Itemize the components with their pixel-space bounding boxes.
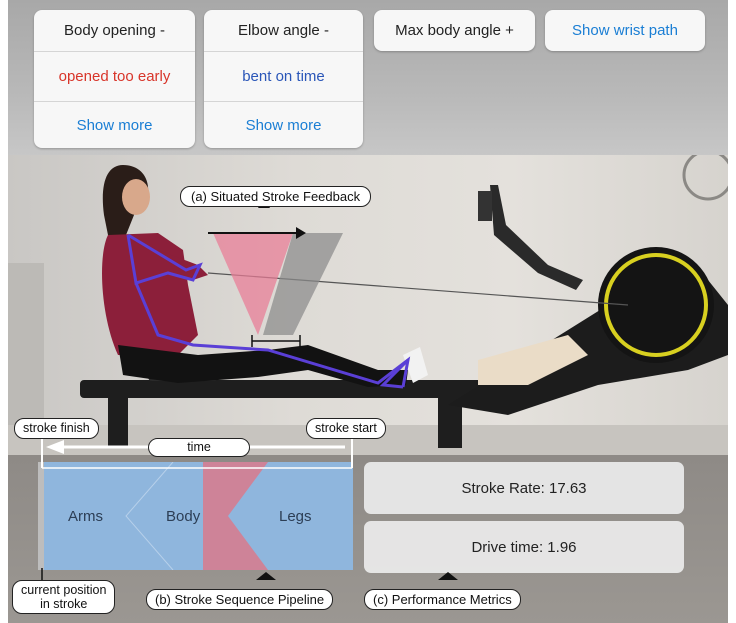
pipeline-legs-label: Legs	[279, 508, 312, 525]
metrics-callout: (c) Performance Metrics	[364, 589, 521, 610]
stroke-start-callout: stroke start	[306, 418, 386, 439]
drive-time-metric: Drive time: 1.96	[364, 521, 684, 573]
pipeline-highlight	[203, 462, 268, 570]
max-body-angle-button[interactable]: Max body angle +	[374, 10, 535, 51]
situated-feedback-callout: (a) Situated Stroke Feedback	[180, 186, 372, 207]
current-position-bar	[38, 462, 44, 570]
monitor-arm	[490, 185, 583, 290]
rowing-rail	[80, 380, 530, 398]
pipeline-callout: (b) Stroke Sequence Pipeline	[146, 589, 334, 610]
face	[122, 179, 150, 215]
max-body-angle-label: Max body angle +	[395, 22, 514, 39]
body-opening-card: Body opening - opened too early Show mor…	[34, 10, 195, 148]
time-callout: time	[148, 438, 250, 457]
torso	[102, 233, 198, 355]
stroke-rate-value: Stroke Rate: 17.63	[461, 479, 587, 497]
pipeline-body-label: Body	[166, 508, 201, 525]
body-opening-show-more-button[interactable]: Show more	[34, 102, 195, 148]
stroke-sequence-pipeline: Arms Body Legs	[38, 462, 353, 570]
body-opening-status: opened too early	[34, 52, 195, 102]
flywheel	[598, 247, 714, 363]
current-position-callout: current position in stroke	[12, 580, 116, 614]
pipeline-arms-label: Arms	[68, 508, 103, 525]
body-opening-toggle[interactable]: Body opening -	[34, 10, 195, 52]
stroke-rate-metric: Stroke Rate: 17.63	[364, 462, 684, 514]
drive-time-value: Drive time: 1.96	[471, 538, 577, 556]
elbow-angle-title: Elbow angle -	[238, 22, 329, 39]
wall-fan	[682, 149, 734, 201]
body-opening-title: Body opening -	[64, 22, 165, 39]
elbow-angle-toggle[interactable]: Elbow angle -	[204, 10, 363, 52]
show-wrist-path-label: Show wrist path	[572, 22, 678, 39]
monitor	[478, 191, 492, 221]
rail-leg-left	[108, 398, 128, 448]
stroke-finish-callout: stroke finish	[14, 418, 99, 439]
elbow-angle-status: bent on time	[204, 52, 363, 102]
show-wrist-path-button[interactable]: Show wrist path	[545, 10, 705, 51]
elbow-angle-card: Elbow angle - bent on time Show more	[204, 10, 363, 148]
elbow-angle-show-more-button[interactable]: Show more	[204, 102, 363, 148]
wall-panel	[8, 263, 44, 443]
